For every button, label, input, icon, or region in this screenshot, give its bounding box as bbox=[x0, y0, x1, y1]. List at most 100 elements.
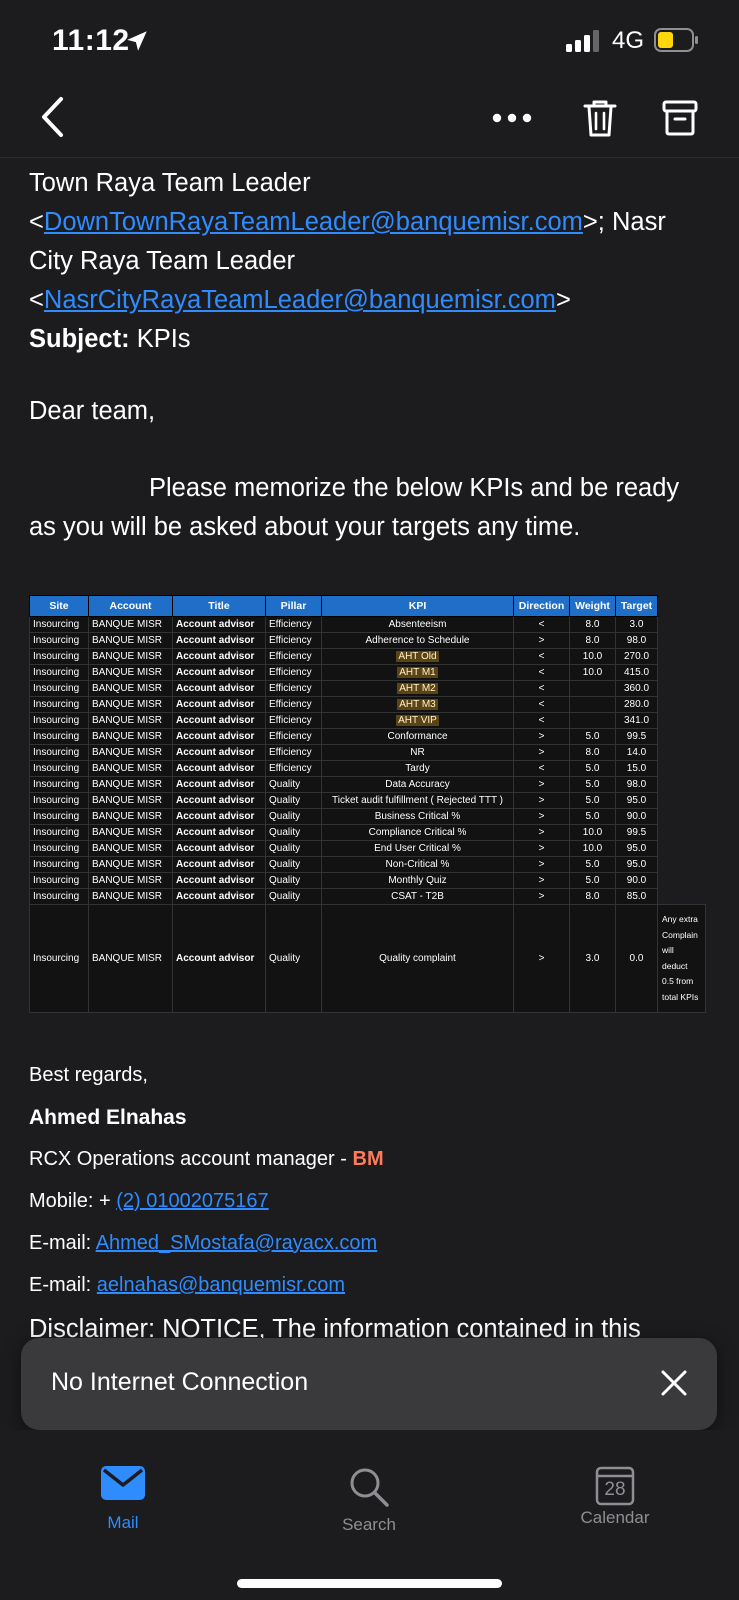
table-row: Insourcing BANQUE MISR Account advisor Effi… bbox=[29, 648, 706, 665]
table-cell: > bbox=[513, 792, 570, 809]
cell-text: 5.0 bbox=[585, 763, 600, 774]
table-cell: BANQUE MISR bbox=[88, 696, 173, 713]
table-cell: Account advisor bbox=[172, 680, 266, 697]
cell-text: Insourcing bbox=[33, 843, 80, 854]
battery-icon bbox=[654, 28, 698, 52]
cell-text: Insourcing bbox=[33, 747, 80, 758]
cell-text: BANQUE MISR bbox=[92, 763, 163, 774]
table-cell: 95.0 bbox=[615, 856, 658, 873]
search-icon bbox=[350, 1468, 389, 1507]
table-row: Insourcing BANQUE MISR Account advisor Effi… bbox=[29, 664, 706, 681]
table-row: Insourcing BANQUE MISR Account advisor Qual… bbox=[29, 904, 706, 1013]
table-row: Insourcing BANQUE MISR Account advisor Qual… bbox=[29, 872, 706, 889]
table-cell: BANQUE MISR bbox=[88, 824, 173, 841]
cell-text: Insourcing bbox=[33, 651, 80, 662]
table-cell: Insourcing bbox=[29, 728, 89, 745]
table-cell: AHT Old bbox=[321, 648, 514, 665]
table-cell: Business Critical % bbox=[321, 808, 514, 825]
tab-mail[interactable]: Mail bbox=[43, 1466, 203, 1533]
cell-text: NR bbox=[410, 747, 425, 758]
cell-text: BANQUE MISR bbox=[92, 715, 163, 726]
cell-text: Insourcing bbox=[33, 795, 80, 806]
cell-text: > bbox=[538, 843, 545, 854]
cell-text: Efficiency bbox=[269, 763, 312, 774]
table-cell: Quality bbox=[265, 824, 322, 841]
archive-icon bbox=[662, 100, 698, 136]
table-cell: 341.0 bbox=[615, 712, 658, 729]
more-dots-icon bbox=[492, 113, 532, 123]
table-cell: Quality complaint bbox=[321, 904, 514, 1013]
recipient-email-link[interactable]: DownTownRayaTeamLeader@banquemisr.com bbox=[44, 208, 583, 236]
table-cell: Account advisor bbox=[172, 792, 266, 809]
cell-text: Insourcing bbox=[33, 731, 80, 742]
cell-text: Compliance Critical % bbox=[368, 827, 467, 838]
table-cell: BANQUE MISR bbox=[88, 808, 173, 825]
cell-text: Insourcing bbox=[33, 779, 80, 790]
chevron-left-icon bbox=[42, 97, 63, 137]
body-text: as you will be asked about your targets … bbox=[29, 513, 581, 541]
subject-value: KPIs bbox=[136, 325, 191, 353]
cell-text: < bbox=[538, 619, 545, 630]
table-cell: Account advisor bbox=[172, 728, 266, 745]
kpi-table: Site Account Title Pillar KPI Direction … bbox=[29, 595, 706, 1013]
recipient-email-link[interactable]: NasrCityRayaTeamLeader@banquemisr.com bbox=[44, 286, 556, 314]
table-cell: 95.0 bbox=[615, 792, 658, 809]
table-cell: 98.0 bbox=[615, 776, 658, 793]
cell-text: BANQUE MISR bbox=[92, 731, 163, 742]
archive-button[interactable] bbox=[658, 94, 702, 142]
table-cell: BANQUE MISR bbox=[88, 744, 173, 761]
phone-link[interactable]: (2) 01002075167 bbox=[116, 1190, 268, 1212]
cell-text: Account advisor bbox=[176, 651, 255, 662]
cell-text: 95.0 bbox=[626, 795, 647, 806]
table-cell: 10.0 bbox=[569, 664, 616, 681]
cell-text: > bbox=[538, 747, 545, 758]
toast-close-button[interactable] bbox=[657, 1366, 691, 1400]
email-line: E-mail: aelnahas@banquemisr.com bbox=[29, 1274, 346, 1296]
table-cell: Quality bbox=[265, 872, 322, 889]
cell-text: > bbox=[538, 875, 545, 886]
table-cell: 0.0 bbox=[615, 904, 658, 1013]
table-cell: < bbox=[513, 680, 570, 697]
delete-button[interactable] bbox=[578, 94, 622, 142]
cell-text: Insourcing bbox=[33, 715, 80, 726]
email-link[interactable]: aelnahas@banquemisr.com bbox=[97, 1274, 345, 1296]
table-cell: Insourcing bbox=[29, 616, 89, 633]
tab-calendar[interactable]: 28 Calendar bbox=[535, 1466, 695, 1528]
table-cell: 270.0 bbox=[615, 648, 658, 665]
table-cell: BANQUE MISR bbox=[88, 664, 173, 681]
tab-search[interactable]: Search bbox=[289, 1466, 449, 1535]
table-cell: BANQUE MISR bbox=[88, 776, 173, 793]
cell-text: < bbox=[538, 715, 545, 726]
table-cell: Account advisor bbox=[172, 872, 266, 889]
table-cell: > bbox=[513, 856, 570, 873]
table-cell: Efficiency bbox=[265, 680, 322, 697]
table-row: Insourcing BANQUE MISR Account advisor Qual… bbox=[29, 776, 706, 793]
back-button[interactable] bbox=[34, 94, 70, 140]
cell-text: Insourcing bbox=[33, 635, 80, 646]
table-cell: Account advisor bbox=[172, 888, 266, 905]
table-cell: BANQUE MISR bbox=[88, 632, 173, 649]
cell-text: CSAT - T2B bbox=[391, 891, 444, 902]
tab-label: Calendar bbox=[580, 1508, 650, 1527]
cell-text: AHT M3 bbox=[397, 699, 438, 710]
cell-text: Ticket audit fulfillment ( Rejected TTT … bbox=[332, 795, 503, 806]
table-cell: Account advisor bbox=[172, 840, 266, 857]
cell-text: Account advisor bbox=[176, 715, 255, 726]
more-button[interactable] bbox=[488, 98, 536, 138]
cell-text: BANQUE MISR bbox=[92, 843, 163, 854]
cell-text: Account advisor bbox=[176, 875, 255, 886]
email-link[interactable]: Ahmed_SMostafa@rayacx.com bbox=[96, 1232, 378, 1254]
table-cell: 8.0 bbox=[569, 888, 616, 905]
cell-text: BANQUE MISR bbox=[92, 667, 163, 678]
cell-text: End User Critical % bbox=[374, 843, 461, 854]
cell-text: > bbox=[538, 859, 545, 870]
table-cell: Efficiency bbox=[265, 632, 322, 649]
table-cell: 8.0 bbox=[569, 632, 616, 649]
cell-text: Insourcing bbox=[33, 619, 80, 630]
location-arrow-icon bbox=[127, 31, 147, 51]
status-bar: 11:12 4G bbox=[0, 0, 739, 80]
cell-text: Insourcing bbox=[33, 683, 80, 694]
table-cell: Compliance Critical % bbox=[321, 824, 514, 841]
cell-text: 95.0 bbox=[626, 843, 647, 854]
table-cell: < bbox=[513, 616, 570, 633]
